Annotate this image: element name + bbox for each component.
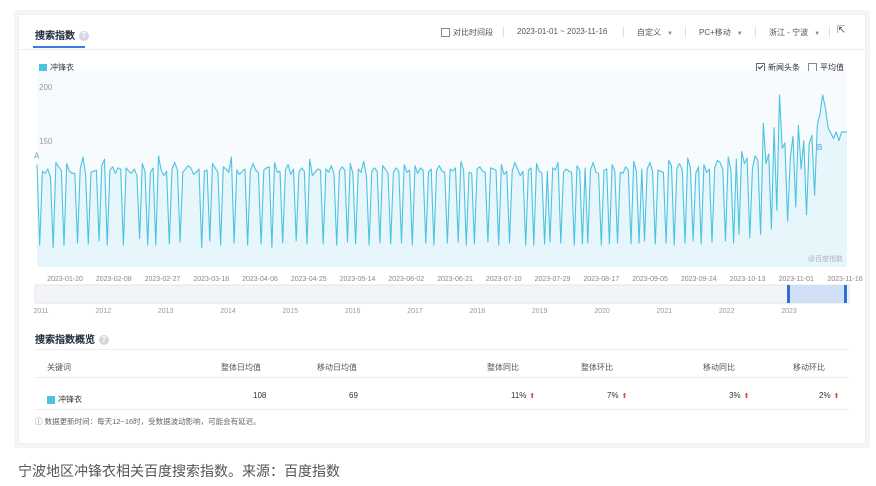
x-tick-label: 2023-03-18 bbox=[193, 276, 229, 283]
overview-year-label: 2019 bbox=[532, 308, 548, 315]
header-mobile-mom: 移动环比 bbox=[793, 363, 825, 372]
x-tick-label: 2023-06-02 bbox=[388, 276, 424, 283]
overview-year-label: 2016 bbox=[345, 308, 361, 315]
arrow-up-icon: ⬆ bbox=[529, 393, 536, 400]
overview-title-text: 搜索指数概览 bbox=[35, 335, 95, 346]
x-tick-label: 2023-02-08 bbox=[96, 276, 132, 283]
watermark: @百度指数 bbox=[808, 254, 843, 263]
mobile-yoy-value: 3% bbox=[729, 391, 741, 400]
row-keyword-text: 冲锋衣 bbox=[58, 395, 82, 404]
overview-year-label: 2017 bbox=[407, 308, 423, 315]
overview-handle-right bbox=[844, 285, 847, 303]
x-tick-label: 2023-01-20 bbox=[47, 276, 83, 283]
overview-bar bbox=[34, 284, 850, 304]
mobile-mom-value: 2% bbox=[819, 391, 831, 400]
arrow-up-icon: ⬆ bbox=[621, 393, 628, 400]
row-mobile-mom: 2% ⬆ bbox=[819, 391, 839, 400]
arrow-up-icon: ⬆ bbox=[833, 393, 840, 400]
header-overall-mom: 整体环比 bbox=[581, 363, 613, 372]
header-overall-avg: 整体日均值 bbox=[221, 363, 261, 372]
x-tick-label: 2023-11-01 bbox=[779, 276, 814, 283]
overview-year-label: 2011 bbox=[33, 308, 48, 315]
header-overall-yoy: 整体同比 bbox=[487, 363, 519, 372]
overview-year-label: 2021 bbox=[657, 308, 673, 315]
x-tick-label: 2023-05-14 bbox=[340, 276, 376, 283]
arrow-up-icon: ⬆ bbox=[743, 393, 750, 400]
header-keyword: 关键词 bbox=[47, 363, 71, 372]
help-icon[interactable]: ? bbox=[99, 335, 109, 346]
overview-year-label: 2020 bbox=[594, 308, 610, 315]
row-mobile-yoy: 3% ⬆ bbox=[729, 391, 749, 400]
x-tick-label: 2023-11-16 bbox=[827, 276, 862, 283]
overview-year-label: 2018 bbox=[470, 308, 486, 315]
x-tick-label: 2023-04-06 bbox=[242, 276, 278, 283]
figure-caption: 宁波地区冲锋衣相关百度搜索指数。来源：百度指数 bbox=[18, 463, 340, 479]
y-tick-label: 200 bbox=[39, 83, 53, 92]
legend-swatch bbox=[47, 395, 55, 404]
x-tick-label: 2023-09-24 bbox=[681, 276, 717, 283]
x-tick-label: 2023-09-05 bbox=[632, 276, 668, 283]
x-tick-label: 2023-07-10 bbox=[486, 276, 522, 283]
table-divider bbox=[35, 409, 849, 410]
overview-selection bbox=[789, 285, 845, 303]
row-overall-avg: 108 bbox=[253, 391, 267, 400]
overall-yoy-value: 11% bbox=[511, 391, 527, 400]
x-tick-label: 2023-04-25 bbox=[291, 276, 327, 283]
x-tick-label: 2023-10-13 bbox=[730, 276, 766, 283]
x-tick-label: 2023-02-27 bbox=[145, 276, 181, 283]
update-note-text: 数据更新时间：每天12−16时，受数据波动影响，可能会有延迟。 bbox=[44, 417, 261, 426]
update-note: ⓘ 数据更新时间：每天12−16时，受数据波动影响，可能会有延迟。 bbox=[35, 416, 261, 427]
overview-year-label: 2012 bbox=[96, 308, 112, 315]
overall-mom-value: 7% bbox=[607, 391, 619, 400]
overview-year-label: 2014 bbox=[220, 308, 236, 315]
overview-year-label: 2015 bbox=[283, 308, 299, 315]
overview-title: 搜索指数概览? bbox=[35, 331, 109, 346]
overview-year-label: 2023 bbox=[781, 308, 797, 315]
annotation-B: B bbox=[817, 143, 822, 152]
row-overall-mom: 7% ⬆ bbox=[607, 391, 627, 400]
header-mobile-avg: 移动日均值 bbox=[317, 363, 357, 372]
x-tick-label: 2023-06-21 bbox=[437, 276, 473, 283]
x-tick-label: 2023-08-17 bbox=[583, 276, 619, 283]
row-mobile-avg: 69 bbox=[349, 391, 358, 400]
search-index-panel: 搜索指数? 对比时间段 2023-01-01 ~ 2023-11-16 自定义 ▼… bbox=[18, 14, 866, 444]
header-mobile-yoy: 移动同比 bbox=[703, 363, 735, 372]
row-overall-yoy: 11% ⬆ bbox=[511, 391, 535, 400]
info-icon: ⓘ bbox=[35, 417, 45, 426]
y-tick-label: 150 bbox=[39, 137, 53, 146]
table-divider bbox=[35, 377, 849, 378]
annotation-A: A bbox=[34, 152, 40, 161]
overview-year-label: 2022 bbox=[719, 308, 735, 315]
search-index-chart: 50150200ABC@百度指数2023-01-202023-02-082023… bbox=[33, 71, 863, 315]
row-keyword: 冲锋衣 bbox=[47, 394, 82, 405]
table-divider bbox=[35, 349, 849, 350]
overview-year-label: 2013 bbox=[158, 308, 174, 315]
overview-handle-left bbox=[787, 285, 790, 303]
x-tick-label: 2023-07-29 bbox=[535, 276, 571, 283]
